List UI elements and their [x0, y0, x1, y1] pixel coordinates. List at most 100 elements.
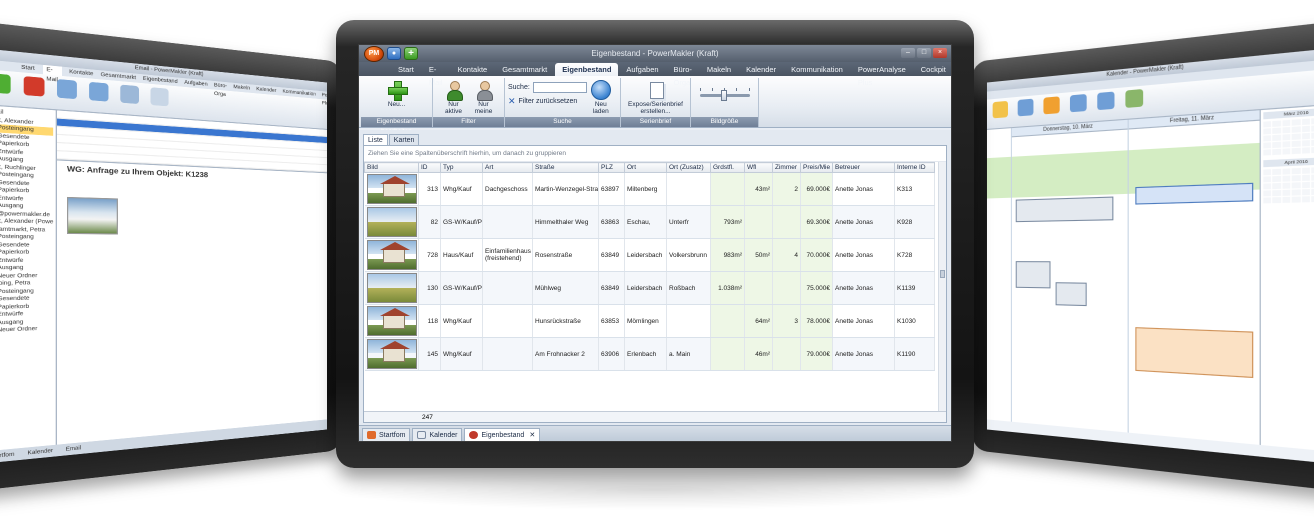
forward-icon[interactable] [120, 85, 139, 105]
property-thumbnail[interactable] [367, 339, 417, 369]
mini-calendar-day[interactable] [1263, 197, 1271, 203]
scrollbar-thumb[interactable] [940, 270, 945, 278]
column-header-ort[interactable]: Ort [625, 163, 667, 173]
ribbon-tab-start[interactable]: Start [391, 63, 421, 76]
mini-calendar-day[interactable] [1263, 142, 1271, 148]
share-icon[interactable] [1125, 89, 1143, 108]
mini-calendar-day[interactable] [1282, 127, 1290, 133]
table-row[interactable]: 130 GS-W/Kauf/Pa Mühlweg 63849 Leidersbach Ro… [365, 272, 935, 305]
tree-item[interactable]: Gesendete [0, 241, 53, 249]
filter-reset-button[interactable]: ✕ Filter zurücksetzen [508, 97, 587, 106]
mini-calendar-day[interactable] [1292, 133, 1300, 139]
mini-calendar-day[interactable] [1273, 169, 1281, 175]
email-tab[interactable]: Kalender [256, 85, 276, 95]
mini-calendar-day[interactable] [1292, 126, 1300, 132]
folder-icon[interactable] [150, 87, 168, 106]
mini-calendar-day[interactable] [1263, 183, 1271, 189]
ribbon-tab-b-ro-orga[interactable]: Büro-Orga [667, 63, 699, 76]
ribbon-tab-eigenbestand[interactable]: Eigenbestand [555, 63, 618, 76]
mini-calendar-day[interactable] [1273, 176, 1281, 182]
ribbon-tab-kommunikation[interactable]: Kommunikation [784, 63, 850, 76]
new-email-icon[interactable] [0, 73, 11, 94]
minimize-icon[interactable]: – [901, 48, 915, 58]
workweek-view-icon[interactable] [1043, 96, 1059, 114]
slider-thumb[interactable] [721, 90, 727, 101]
quick-access-user-icon[interactable]: ● [387, 47, 401, 60]
table-row[interactable]: 728 Haus/Kauf Einfamilienhaus (freistehend… [365, 239, 935, 272]
column-header-id[interactable]: ID [419, 163, 441, 173]
quick-access-add-icon[interactable]: + [404, 47, 418, 60]
mini-calendar-day[interactable] [1292, 175, 1300, 181]
table-row[interactable]: 313 Whg/Kauf Dachgeschoss Martin-Wenzegel-S… [365, 173, 935, 206]
ribbon-tab-makeln[interactable]: Makeln [700, 63, 738, 76]
property-thumbnail[interactable] [367, 207, 417, 237]
mini-calendar-day[interactable] [1302, 119, 1310, 126]
column-header-preis-mie[interactable]: Preis/Mie [801, 163, 833, 173]
mini-calendar-day[interactable] [1282, 141, 1290, 147]
email-tab[interactable]: Start [21, 63, 35, 74]
ribbon-tab-kalender[interactable]: Kalender [739, 63, 783, 76]
vertical-scrollbar[interactable] [938, 162, 946, 411]
property-thumbnail[interactable] [367, 273, 417, 303]
doc-tab-kalender[interactable]: Kalender [412, 428, 462, 441]
only-active-button[interactable]: Nur aktive [443, 80, 465, 115]
mini-calendar-day[interactable] [1263, 169, 1271, 175]
column-header-ort-zusatz-[interactable]: Ort (Zusatz) [667, 163, 711, 173]
tab-karten[interactable]: Karten [389, 134, 420, 145]
mini-calendar-day[interactable] [1273, 142, 1281, 148]
mini-calendar-day[interactable] [1302, 189, 1310, 195]
mini-calendar-day[interactable] [1292, 197, 1300, 203]
status-tab[interactable]: Email [66, 445, 81, 453]
tree-item[interactable]: Papierkorb [0, 249, 53, 257]
mini-calendar-day[interactable] [1292, 182, 1300, 188]
mini-calendar-day[interactable] [1302, 147, 1310, 153]
mini-calendar-day[interactable] [1302, 196, 1310, 202]
day-view-icon[interactable] [1018, 99, 1034, 117]
column-header-typ[interactable]: Typ [441, 163, 483, 173]
table-row[interactable]: 82 GS-W/Kauf/Pa Himmelthaler Weg 63863 Escha… [365, 206, 935, 239]
expose-button[interactable]: Expose/Serienbrief erstellen... [624, 80, 688, 115]
mini-calendar-day[interactable] [1273, 197, 1281, 203]
tree-item[interactable]: Posteingang [0, 233, 53, 241]
close-tab-icon[interactable]: ✕ [529, 431, 535, 439]
mini-calendar-day[interactable] [1273, 135, 1281, 141]
week-view-icon[interactable] [1070, 94, 1087, 112]
email-tab[interactable]: PowerAnalyse Plus [322, 91, 327, 102]
search-input[interactable] [533, 82, 587, 93]
close-icon[interactable]: × [933, 48, 947, 58]
mini-calendar-day[interactable] [1292, 189, 1300, 195]
mini-calendar-day[interactable] [1282, 168, 1290, 174]
mini-calendar-day[interactable] [1273, 128, 1281, 134]
column-header-betreuer[interactable]: Betreuer [833, 163, 895, 173]
table-row[interactable]: 118 Whg/Kauf Hunsrückstraße 63853 Mömlingen 6… [365, 305, 935, 338]
status-tab[interactable]: Startfom [0, 451, 14, 461]
mini-calendar-day[interactable] [1302, 182, 1310, 188]
mini-calendar-day[interactable] [1302, 175, 1310, 181]
table-row[interactable]: 145 Whg/Kauf Am Frohnacker 2 63906 Erlenbach… [365, 338, 935, 371]
mini-calendar-day[interactable] [1282, 120, 1290, 126]
mini-calendar-day[interactable] [1273, 120, 1281, 126]
tree-item[interactable]: Kraft, Alexander (Powermakler) [0, 217, 53, 226]
mini-calendar-day[interactable] [1282, 197, 1290, 203]
appointment[interactable] [1016, 197, 1114, 223]
reply-icon[interactable] [57, 79, 77, 99]
doc-tab-eigenbestand[interactable]: Eigenbestand ✕ [464, 428, 540, 441]
column-header-grdstfl-[interactable]: Grdstfl. [711, 163, 745, 173]
email-tab[interactable]: E-Mail [42, 65, 61, 76]
maximize-icon[interactable]: □ [917, 48, 931, 58]
mini-calendar-days[interactable] [1263, 117, 1314, 155]
mini-calendar-day[interactable] [1292, 168, 1300, 174]
mini-calendar-day[interactable] [1282, 183, 1290, 189]
ribbon-tab-gesamtmarkt[interactable]: Gesamtmarkt [495, 63, 554, 76]
email-tab[interactable]: Makeln [233, 83, 250, 93]
mini-calendar-day[interactable] [1302, 140, 1310, 146]
property-thumbnail[interactable] [367, 306, 417, 336]
today-icon[interactable] [993, 101, 1008, 119]
property-thumbnail[interactable] [367, 174, 417, 204]
mini-calendar-day[interactable] [1282, 190, 1290, 196]
mini-calendar-day[interactable] [1263, 121, 1271, 127]
appointment[interactable] [1016, 261, 1051, 288]
mini-calendar-day[interactable] [1263, 128, 1271, 134]
new-button[interactable]: Neu... [387, 80, 407, 108]
image-size-slider[interactable] [700, 94, 750, 97]
